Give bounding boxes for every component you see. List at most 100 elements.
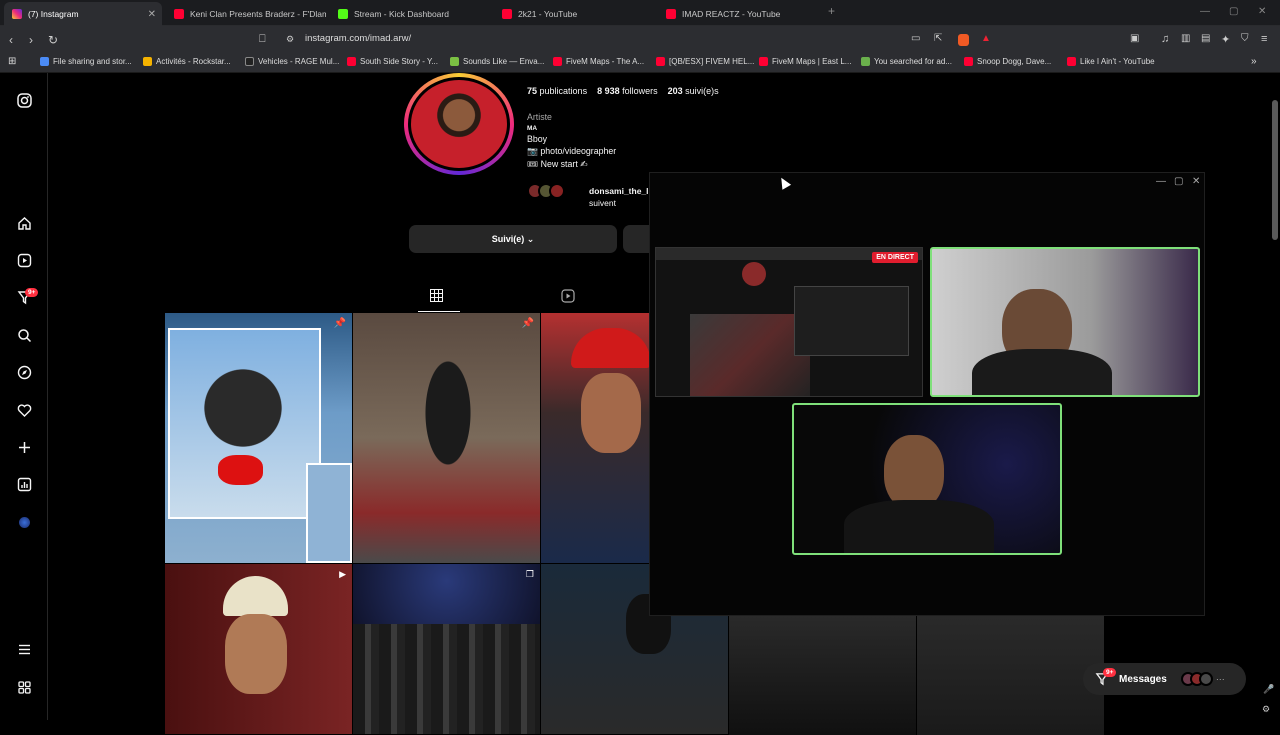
bookmark-item[interactable]: File sharing and stor... bbox=[40, 57, 132, 66]
wallet-icon[interactable]: ▤ bbox=[1201, 33, 1210, 44]
post-thumbnail[interactable]: 📌 bbox=[165, 313, 352, 563]
profile-icon[interactable] bbox=[15, 513, 33, 531]
bookmark-favicon-icon bbox=[40, 57, 49, 66]
youtube-icon bbox=[759, 57, 768, 66]
tab-youtube-imad[interactable]: IMAD REACTZ - YouTube bbox=[658, 2, 818, 26]
messages-button[interactable]: 9+ Messages ··· bbox=[1083, 663, 1246, 695]
followed-by-text[interactable]: donsami_the_l suivent bbox=[589, 185, 649, 209]
post-thumbnail[interactable]: ❐ bbox=[353, 564, 540, 734]
youtube-icon bbox=[656, 57, 665, 66]
search-icon[interactable] bbox=[15, 326, 33, 344]
window-close-icon[interactable]: ✕ bbox=[1258, 6, 1266, 17]
leo-icon[interactable]: ✦ bbox=[1221, 33, 1230, 46]
post-thumbnail[interactable] bbox=[541, 313, 651, 563]
followers-stat[interactable]: 8 938 followers bbox=[597, 86, 658, 96]
share-icon[interactable]: ⇱ bbox=[934, 33, 942, 44]
bookmark-label: [QB/ESX] FIVEM HEL... bbox=[669, 57, 755, 66]
bookmark-item[interactable]: Sounds Like — Enva... bbox=[450, 57, 544, 66]
dashboard-icon[interactable] bbox=[15, 475, 33, 493]
create-icon[interactable] bbox=[15, 438, 33, 456]
brave-shield-icon[interactable] bbox=[958, 34, 969, 46]
threads-icon[interactable] bbox=[15, 678, 33, 696]
bookmark-item[interactable]: You searched for ad... bbox=[861, 57, 952, 66]
maximize-icon[interactable]: ▢ bbox=[1174, 176, 1183, 187]
bookmark-item[interactable]: Like I Ain't - YouTube bbox=[1067, 57, 1155, 66]
vpn-icon[interactable]: ⛉ bbox=[1241, 33, 1249, 44]
instagram-icon bbox=[12, 9, 22, 19]
notification-badge: 9+ bbox=[25, 288, 39, 297]
back-icon[interactable]: ‹ bbox=[9, 33, 13, 47]
apps-icon[interactable]: ⊞ bbox=[8, 56, 16, 67]
post-thumbnail[interactable]: ▶ bbox=[165, 564, 352, 734]
menu-icon[interactable]: ≡ bbox=[1261, 33, 1267, 45]
forward-icon[interactable]: › bbox=[29, 33, 33, 47]
participant-video[interactable] bbox=[792, 403, 1062, 555]
profile-stats: 75 publications 8 938 followers 203 suiv… bbox=[527, 86, 719, 96]
maximize-icon[interactable]: ▢ bbox=[1229, 6, 1238, 17]
bookmark-item[interactable]: FiveM Maps | East L... bbox=[759, 57, 851, 66]
instagram-logo-icon[interactable] bbox=[15, 91, 33, 109]
page-scrollbar[interactable] bbox=[1272, 100, 1278, 240]
new-tab-button[interactable]: + bbox=[828, 4, 835, 18]
instagram-sidebar: 9+ bbox=[0, 73, 48, 720]
bookmark-item[interactable]: FiveM Maps - The A... bbox=[553, 57, 644, 66]
minimize-icon[interactable]: — bbox=[1156, 176, 1166, 187]
explore-icon[interactable] bbox=[15, 363, 33, 381]
bookmark-item[interactable]: [QB/ESX] FIVEM HEL... bbox=[656, 57, 754, 66]
bookmark-item[interactable]: Vehicles - RAGE Mul... bbox=[245, 57, 339, 66]
message-button[interactable] bbox=[623, 225, 649, 253]
participant-video[interactable] bbox=[930, 247, 1200, 397]
home-icon[interactable] bbox=[15, 214, 33, 232]
followed-by-name: donsami_the_l bbox=[589, 186, 649, 196]
messages-badge: 9+ bbox=[1103, 668, 1117, 677]
tab-label: Keni Clan Presents Braderz - F'Dlam bbox=[190, 9, 326, 19]
heart-icon[interactable] bbox=[15, 401, 33, 419]
publications-stat[interactable]: 75 publications bbox=[527, 86, 587, 96]
profile-bio: Artiste MA Bboy 📷 photo/videographer 🎟 N… bbox=[527, 111, 616, 170]
bookmark-icon[interactable]: ⎕ bbox=[259, 33, 266, 46]
bookmark-item[interactable]: South Side Story - Y... bbox=[347, 57, 438, 66]
screenshare-video[interactable]: EN DIRECT bbox=[655, 247, 923, 397]
bookmark-label: FiveM Maps - The A... bbox=[566, 57, 645, 66]
avatar bbox=[1198, 672, 1213, 686]
reels-icon[interactable] bbox=[15, 251, 33, 269]
following-button[interactable]: Suivi(e) ⌄ bbox=[409, 225, 617, 253]
microphone-icon[interactable]: 🎤 bbox=[1263, 684, 1274, 695]
reels-tab-icon[interactable] bbox=[561, 289, 575, 306]
cast-icon[interactable]: ▭ bbox=[911, 33, 920, 44]
more-bookmarks-icon[interactable]: » bbox=[1251, 56, 1257, 67]
tab-youtube-2k21[interactable]: 2k21 - YouTube bbox=[494, 2, 654, 26]
bookmark-item[interactable]: Activités - Rockstar... bbox=[143, 57, 231, 66]
profile-category: Artiste bbox=[527, 112, 552, 122]
tab-kick-dashboard[interactable]: Stream - Kick Dashboard bbox=[330, 2, 490, 26]
post-thumbnail[interactable] bbox=[729, 615, 916, 735]
close-icon[interactable]: ✕ bbox=[148, 9, 156, 20]
minimize-icon[interactable]: — bbox=[1200, 6, 1210, 17]
publications-count: 75 bbox=[527, 86, 538, 96]
media-icon[interactable]: ♫ bbox=[1161, 33, 1169, 45]
site-info-icon[interactable]: ⚙ bbox=[286, 34, 294, 45]
profile-avatar[interactable] bbox=[404, 73, 514, 175]
bookmark-item[interactable]: Snoop Dogg, Dave... bbox=[964, 57, 1051, 66]
brave-rewards-icon[interactable]: ▲ bbox=[981, 33, 991, 44]
reload-icon[interactable]: ↻ bbox=[48, 33, 58, 47]
followed-by-avatars[interactable] bbox=[527, 183, 565, 199]
grid-icon[interactable] bbox=[430, 289, 443, 305]
following-stat[interactable]: 203 suivi(e)s bbox=[668, 86, 719, 96]
live-badge: EN DIRECT bbox=[872, 252, 918, 263]
hamburger-icon[interactable] bbox=[15, 640, 33, 658]
video-call-popup: — ▢ ✕ EN DIRECT bbox=[649, 172, 1205, 616]
url-field[interactable]: instagram.com/imad.arw/ bbox=[305, 33, 411, 44]
close-icon[interactable]: ✕ bbox=[1192, 176, 1200, 187]
address-toolbar: ‹ › ↻ ⎕ ⚙ instagram.com/imad.arw/ ▭ ⇱ ▲ … bbox=[0, 26, 1280, 53]
settings-icon[interactable]: ⚙ bbox=[1262, 704, 1270, 715]
sidebar-toggle-icon[interactable]: ▥ bbox=[1181, 33, 1190, 44]
extensions-icon[interactable]: ▣ bbox=[1130, 33, 1139, 44]
tab-youtube-keni[interactable]: Keni Clan Presents Braderz - F'Dlam bbox=[166, 2, 326, 26]
post-thumbnail[interactable] bbox=[917, 615, 1104, 735]
profile-tabs bbox=[165, 285, 650, 313]
tab-instagram[interactable]: (7) Instagram ✕ bbox=[4, 2, 162, 26]
post-thumbnail[interactable]: 📌 bbox=[353, 313, 540, 563]
bookmark-favicon-icon bbox=[245, 57, 254, 66]
youtube-icon bbox=[174, 9, 184, 19]
